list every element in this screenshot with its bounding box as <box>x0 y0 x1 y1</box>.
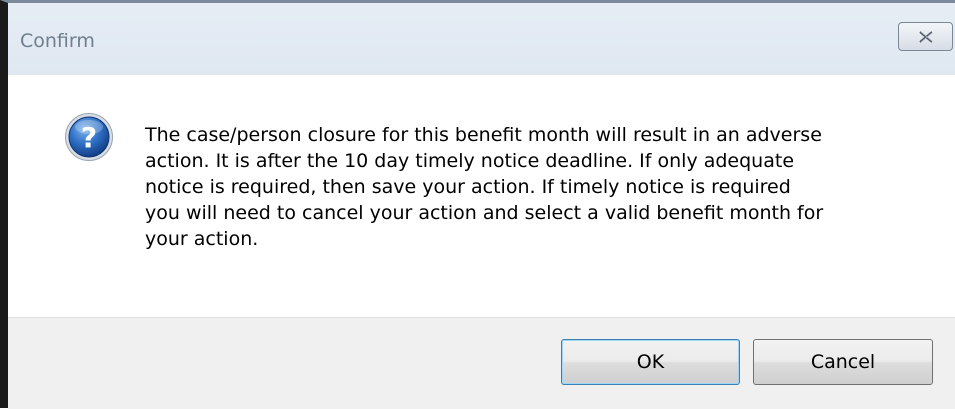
window-title: Confirm <box>20 30 95 52</box>
title-bar[interactable]: Confirm <box>8 3 955 75</box>
ok-button[interactable]: OK <box>561 339 740 385</box>
confirm-dialog: Confirm ? The case/person closure for th… <box>0 0 955 409</box>
close-icon <box>919 31 934 43</box>
cancel-button[interactable]: Cancel <box>753 339 933 385</box>
confirm-message: The case/person closure for this benefit… <box>145 124 824 250</box>
close-button[interactable] <box>898 22 953 51</box>
question-icon: ? <box>65 113 113 161</box>
dialog-content: ? The case/person closure for this benef… <box>8 75 955 317</box>
svg-text:?: ? <box>81 121 97 154</box>
button-bar: OK Cancel <box>8 317 955 409</box>
